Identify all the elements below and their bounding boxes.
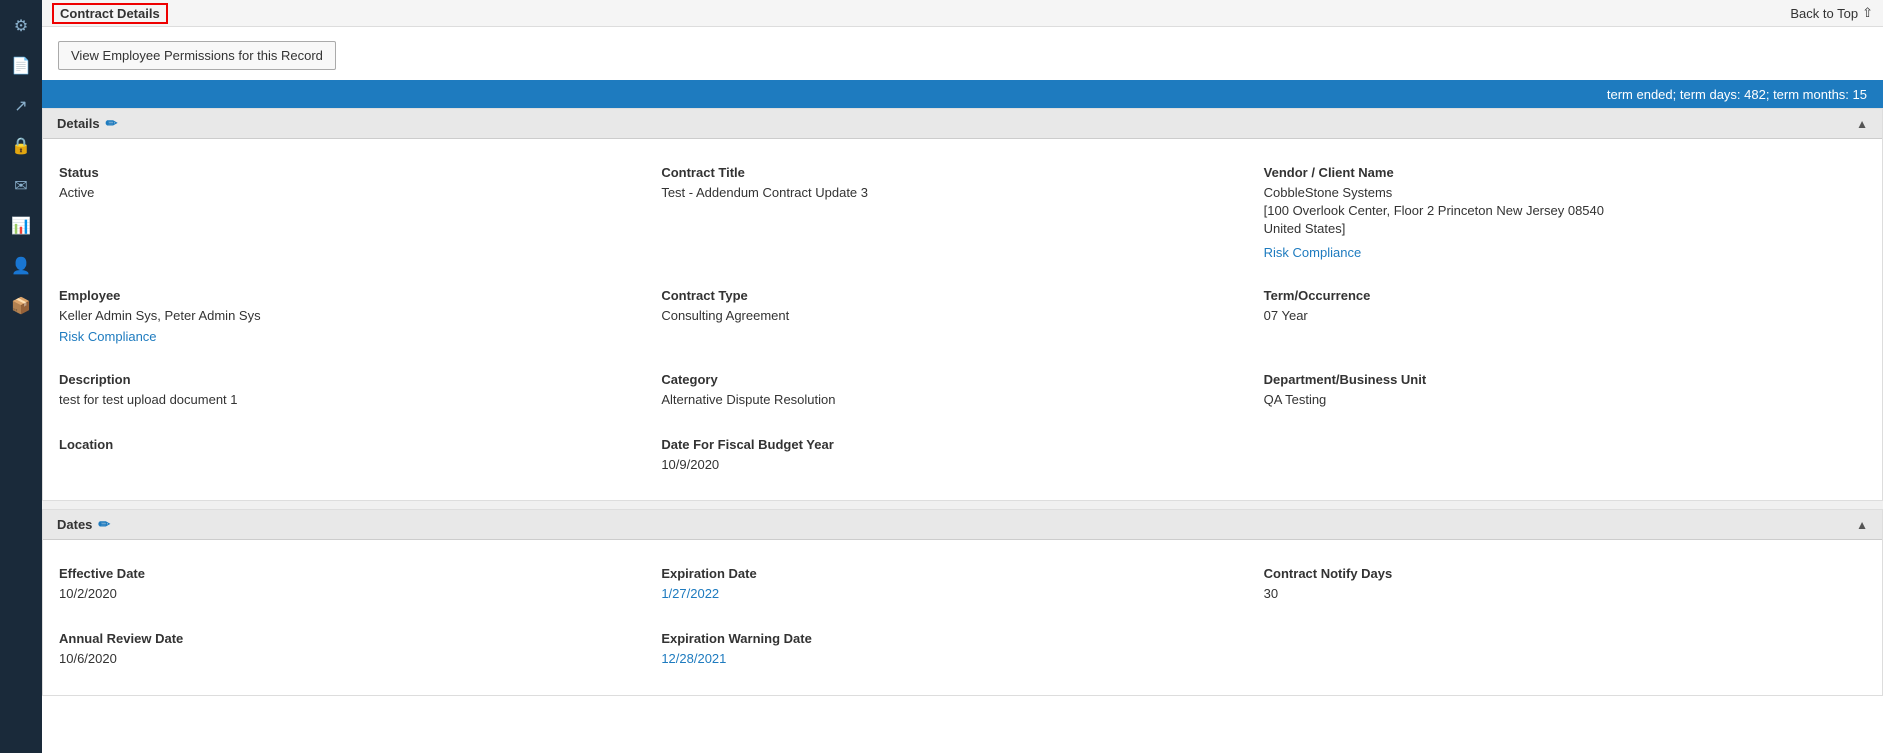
notify-days-field: Contract Notify Days 30 (1264, 556, 1866, 613)
category-label: Category (661, 372, 1249, 387)
details-fields: Status Active Contract Title Test - Adde… (43, 139, 1882, 500)
employee-risk-compliance-link[interactable]: Risk Compliance (59, 329, 157, 344)
category-value: Alternative Dispute Resolution (661, 391, 1249, 409)
row-spacer-3 (59, 419, 1866, 427)
status-value: Active (59, 184, 647, 202)
view-permissions-button[interactable]: View Employee Permissions for this Recor… (58, 41, 336, 70)
expiration-date-link[interactable]: 1/27/2022 (661, 586, 719, 601)
details-section-header: Details ✏ ▲ (43, 109, 1882, 139)
topbar: Contract Details Back to Top ⇧ (42, 0, 1883, 27)
contract-type-label: Contract Type (661, 288, 1249, 303)
share-icon[interactable]: ↗ (3, 88, 39, 124)
term-banner: term ended; term days: 482; term months:… (42, 80, 1883, 108)
expiration-warning-field: Expiration Warning Date 12/28/2021 (661, 621, 1263, 678)
department-field: Department/Business Unit QA Testing (1264, 362, 1866, 419)
contract-title-field: Contract Title Test - Addendum Contract … (661, 155, 1263, 270)
effective-date-value: 10/2/2020 (59, 585, 647, 603)
sidebar: ⚙ 📄 ↗ 🔒 ✉ 📊 👤 📦 (0, 0, 42, 753)
expiration-warning-value: 12/28/2021 (661, 650, 1249, 668)
vendor-name-field: Vendor / Client Name CobbleStone Systems… (1264, 155, 1866, 270)
main-content: Contract Details Back to Top ⇧ View Empl… (42, 0, 1883, 753)
empty-field-row4 (1264, 427, 1866, 484)
annual-review-field: Annual Review Date 10/6/2020 (59, 621, 661, 678)
description-value: test for test upload document 1 (59, 391, 647, 409)
expiration-date-value: 1/27/2022 (661, 585, 1249, 603)
expiration-date-field: Expiration Date 1/27/2022 (661, 556, 1263, 613)
employee-value: Keller Admin Sys, Peter Admin Sys (59, 307, 647, 325)
expiration-warning-label: Expiration Warning Date (661, 631, 1249, 646)
term-occurrence-value: 07 Year (1264, 307, 1852, 325)
contract-title-label: Contract Title (661, 165, 1249, 180)
vendor-name-value: CobbleStone Systems [100 Overlook Center… (1264, 184, 1852, 239)
back-to-top-button[interactable]: Back to Top ⇧ (1790, 5, 1873, 21)
contract-type-field: Contract Type Consulting Agreement (661, 278, 1263, 354)
status-field: Status Active (59, 155, 661, 270)
fiscal-budget-field: Date For Fiscal Budget Year 10/9/2020 (661, 427, 1263, 484)
contract-title-value: Test - Addendum Contract Update 3 (661, 184, 1249, 202)
employee-label: Employee (59, 288, 647, 303)
details-header-left: Details ✏ (57, 115, 117, 132)
chart-icon[interactable]: 📊 (3, 208, 39, 244)
details-section: Details ✏ ▲ Status Active Contract Title… (42, 108, 1883, 501)
contract-type-value: Consulting Agreement (661, 307, 1249, 325)
row-spacer-2 (59, 354, 1866, 362)
term-occurrence-field: Term/Occurrence 07 Year (1264, 278, 1866, 354)
effective-date-label: Effective Date (59, 566, 647, 581)
notify-days-label: Contract Notify Days (1264, 566, 1852, 581)
dates-collapse-icon[interactable]: ▲ (1856, 518, 1868, 532)
dates-row-spacer (59, 613, 1866, 621)
category-field: Category Alternative Dispute Resolution (661, 362, 1263, 419)
dates-edit-icon[interactable]: ✏ (98, 516, 110, 533)
status-label: Status (59, 165, 647, 180)
vendor-risk-compliance-link[interactable]: Risk Compliance (1264, 245, 1362, 260)
content-area: View Employee Permissions for this Recor… (42, 27, 1883, 753)
annual-review-value: 10/6/2020 (59, 650, 647, 668)
description-label: Description (59, 372, 647, 387)
row-spacer-1 (59, 270, 1866, 278)
gear-icon[interactable]: ⚙ (3, 8, 39, 44)
department-value: QA Testing (1264, 391, 1852, 409)
expiration-warning-link[interactable]: 12/28/2021 (661, 651, 726, 666)
effective-date-field: Effective Date 10/2/2020 (59, 556, 661, 613)
document-icon[interactable]: 📄 (3, 48, 39, 84)
permissions-row: View Employee Permissions for this Recor… (42, 27, 1883, 80)
department-label: Department/Business Unit (1264, 372, 1852, 387)
term-banner-text: term ended; term days: 482; term months:… (1607, 87, 1867, 102)
empty-dates-field (1264, 621, 1866, 678)
dates-header-left: Dates ✏ (57, 516, 110, 533)
dates-section: Dates ✏ ▲ Effective Date 10/2/2020 Expir… (42, 509, 1883, 695)
lock-icon[interactable]: 🔒 (3, 128, 39, 164)
description-field: Description test for test upload documen… (59, 362, 661, 419)
location-field: Location (59, 427, 661, 484)
employee-field: Employee Keller Admin Sys, Peter Admin S… (59, 278, 661, 354)
vendor-name-label: Vendor / Client Name (1264, 165, 1852, 180)
expiration-date-label: Expiration Date (661, 566, 1249, 581)
annual-review-label: Annual Review Date (59, 631, 647, 646)
notify-days-value: 30 (1264, 585, 1852, 603)
details-edit-icon[interactable]: ✏ (106, 115, 118, 132)
details-label: Details (57, 116, 100, 131)
page-title: Contract Details (52, 3, 168, 24)
dates-section-header: Dates ✏ ▲ (43, 510, 1882, 540)
back-to-top-label: Back to Top (1790, 6, 1858, 21)
fiscal-budget-label: Date For Fiscal Budget Year (661, 437, 1249, 452)
fiscal-budget-value: 10/9/2020 (661, 456, 1249, 474)
up-arrow-icon: ⇧ (1862, 5, 1873, 21)
user-circle-icon[interactable]: 👤 (3, 248, 39, 284)
details-collapse-icon[interactable]: ▲ (1856, 117, 1868, 131)
dates-fields: Effective Date 10/2/2020 Expiration Date… (43, 540, 1882, 694)
mail-icon[interactable]: ✉ (3, 168, 39, 204)
term-occurrence-label: Term/Occurrence (1264, 288, 1852, 303)
box-icon[interactable]: 📦 (3, 288, 39, 324)
dates-label: Dates (57, 517, 92, 532)
location-label: Location (59, 437, 647, 452)
section-gap (42, 501, 1883, 509)
